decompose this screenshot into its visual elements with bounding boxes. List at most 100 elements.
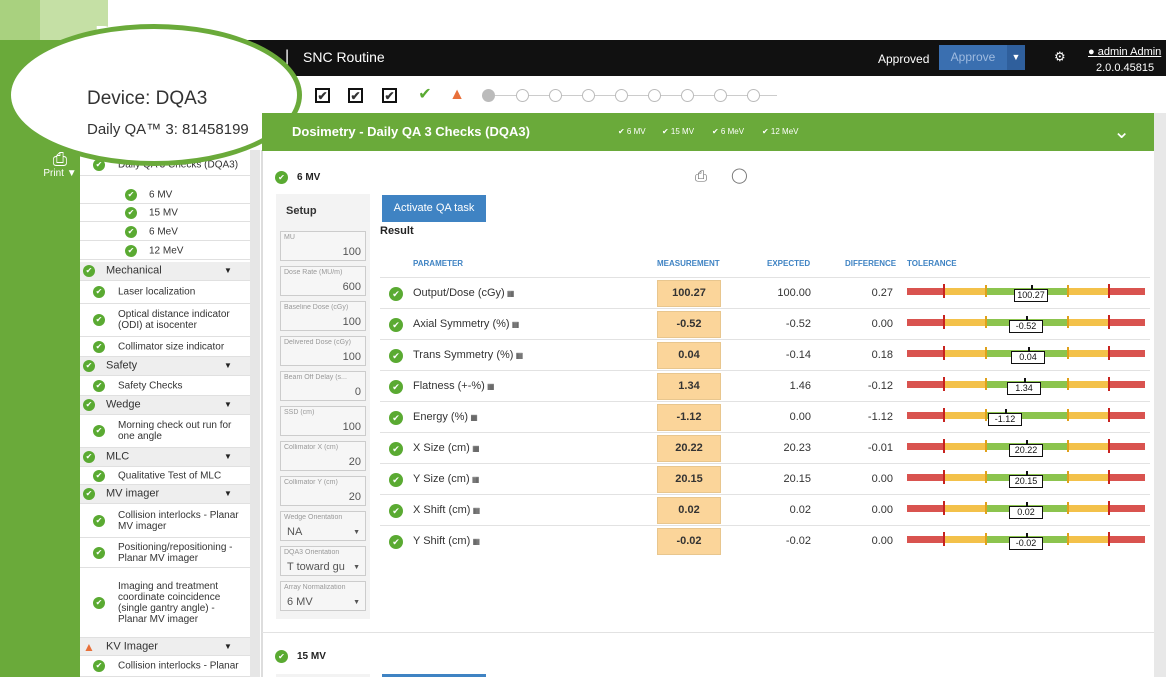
measurement-cell[interactable]: 100.27: [657, 280, 721, 307]
parameter-cell: Axial Symmetry (%) ▦: [413, 318, 519, 330]
measurement-cell[interactable]: 20.15: [657, 466, 721, 493]
chevron-down-icon[interactable]: ▼: [224, 642, 232, 651]
step-pending-icon[interactable]: [747, 89, 760, 102]
sidebar-item[interactable]: ✔ Qualitative Test of MLC: [80, 467, 250, 485]
table-row[interactable]: ✔ Y Size (cm) ▦ 20.15 20.15 0.00 20.15: [380, 463, 1150, 494]
setup-field[interactable]: Delivered Dose (cGy) 100: [280, 336, 366, 366]
sidebar-item[interactable]: ✔ Collision interlocks - Planar MV imager: [80, 504, 250, 538]
step-checkbox-icon[interactable]: ✔: [315, 88, 330, 103]
step-pending-icon[interactable]: [482, 89, 495, 102]
bar-chart-icon[interactable]: ▦: [505, 289, 515, 298]
table-row[interactable]: ✔ Trans Symmetry (%) ▦ 0.04 -0.14 0.18 0.04: [380, 339, 1150, 370]
step-pending-icon[interactable]: [549, 89, 562, 102]
setup-field[interactable]: Dose Rate (MU/m) 600: [280, 266, 366, 296]
sidebar-category[interactable]: ✔ Mechanical ▼: [80, 262, 250, 281]
chevron-down-icon[interactable]: ▼: [224, 266, 232, 275]
setup-select[interactable]: Array Normalization 6 MV ▼: [280, 581, 366, 611]
approve-button[interactable]: Approve: [939, 45, 1007, 70]
panel-header[interactable]: Dosimetry - Daily QA 3 Checks (DQA3) ✔ 6…: [262, 113, 1154, 151]
measurement-cell[interactable]: 1.34: [657, 373, 721, 400]
measurement-cell[interactable]: -0.52: [657, 311, 721, 338]
measurement-cell[interactable]: 0.04: [657, 342, 721, 369]
main-scrollbar[interactable]: [1154, 113, 1166, 677]
sidebar-category[interactable]: ✔ Safety ▼: [80, 357, 250, 376]
step-checkbox-icon[interactable]: ✔: [348, 88, 363, 103]
step-checkbox-icon[interactable]: ✔: [382, 88, 397, 103]
setup-field[interactable]: Baseline Dose (cGy) 100: [280, 301, 366, 331]
tolerance-limit-mark: [943, 501, 945, 515]
sidebar-item[interactable]: ✔ Safety Checks: [80, 376, 250, 396]
sidebar-item[interactable]: ✔ Optical distance indicator (ODI) at iso…: [80, 304, 250, 337]
sidebar-category[interactable]: ✔ MV imager ▼: [80, 485, 250, 504]
step-pending-icon[interactable]: [516, 89, 529, 102]
step-check-icon[interactable]: ✔: [416, 86, 434, 104]
table-row[interactable]: ✔ Y Shift (cm) ▦ -0.02 -0.02 0.00 -0.02: [380, 525, 1150, 556]
setup-select[interactable]: Wedge Orientation NA ▼: [280, 511, 366, 541]
measurement-cell[interactable]: -1.12: [657, 404, 721, 431]
sidebar-item[interactable]: ✔ 6 MeV: [80, 223, 250, 241]
measurement-cell[interactable]: -0.02: [657, 528, 721, 555]
chevron-down-icon[interactable]: ▼: [224, 489, 232, 498]
table-row[interactable]: ✔ Output/Dose (cGy) ▦ 100.27 100.00 0.27 100.…: [380, 277, 1150, 308]
sidebar-item[interactable]: ✔ 12 MeV: [80, 242, 250, 260]
sidebar-item[interactable]: ✔ Collimator size indicator: [80, 337, 250, 357]
sidebar-item[interactable]: ✔ Morning check out run for one angle: [80, 415, 250, 448]
setup-field[interactable]: MU 100: [280, 231, 366, 261]
step-pending-icon[interactable]: [681, 89, 694, 102]
comment-icon[interactable]: ◯: [731, 166, 748, 184]
table-row[interactable]: ✔ X Size (cm) ▦ 20.22 20.23 -0.01 20.22: [380, 432, 1150, 463]
sidebar-item[interactable]: ✔ 6 MV: [80, 186, 250, 204]
approve-dropdown-icon[interactable]: ▼: [1007, 45, 1025, 70]
chevron-down-icon[interactable]: ▼: [224, 400, 232, 409]
bell-icon[interactable]: ⚙: [1054, 49, 1066, 65]
sidebar-item[interactable]: ✔ Laser localization: [80, 281, 250, 304]
bar-chart-icon[interactable]: ▦: [468, 413, 478, 422]
sidebar-item[interactable]: ✔ 15 MV: [80, 204, 250, 222]
sidebar-category[interactable]: ▲ KV Imager ▼: [80, 638, 250, 656]
measurement-cell[interactable]: 20.22: [657, 435, 721, 462]
difference-cell: -1.12: [867, 411, 893, 423]
setup-field[interactable]: Collimator Y (cm) 20: [280, 476, 366, 506]
step-pending-icon[interactable]: [615, 89, 628, 102]
table-row[interactable]: ✔ Flatness (+-%) ▦ 1.34 1.46 -0.12 1.34: [380, 370, 1150, 401]
activate-qa-task-button[interactable]: Activate QA task: [382, 195, 486, 222]
user-name: admin Admin: [1097, 46, 1162, 58]
step-pending-icon[interactable]: [714, 89, 727, 102]
sidebar-item-label: Imaging and treatment coordinate coincid…: [118, 580, 221, 625]
tolerance-segment: [1108, 319, 1145, 326]
user-link[interactable]: ● admin Admin: [1088, 46, 1161, 58]
bar-chart-icon[interactable]: ▦: [470, 475, 480, 484]
sidebar-scrollbar[interactable]: [250, 150, 260, 677]
bar-chart-icon[interactable]: ▦: [470, 444, 480, 453]
step-warning-icon[interactable]: ▲: [448, 86, 466, 104]
bar-chart-icon[interactable]: ▦: [470, 506, 481, 515]
bar-chart-icon[interactable]: ▦: [485, 382, 495, 391]
warning-icon: ▲: [83, 639, 95, 654]
chevron-down-icon[interactable]: ⌄: [1113, 119, 1130, 144]
table-row[interactable]: ✔ Energy (%) ▦ -1.12 0.00 -1.12 -1.12: [380, 401, 1150, 432]
tolerance-segment: [1067, 350, 1108, 357]
setup-field[interactable]: SSD (cm) 100: [280, 406, 366, 436]
printer-icon[interactable]: ⎙: [695, 168, 707, 185]
header-parameter: PARAMETER: [413, 259, 464, 268]
sidebar-category[interactable]: ✔ MLC ▼: [80, 448, 250, 467]
step-pending-icon[interactable]: [648, 89, 661, 102]
check-icon: ✔: [83, 451, 95, 463]
chevron-down-icon[interactable]: ▼: [224, 452, 232, 461]
step-pending-icon[interactable]: [582, 89, 595, 102]
setup-field[interactable]: Collimator X (cm) 20: [280, 441, 366, 471]
table-row[interactable]: ✔ Axial Symmetry (%) ▦ -0.52 -0.52 0.00 -0.52: [380, 308, 1150, 339]
bar-chart-icon[interactable]: ▦: [510, 320, 520, 329]
bar-chart-icon[interactable]: ▦: [513, 351, 524, 360]
sidebar-item[interactable]: ✔ Collision interlocks - Planar: [80, 656, 250, 677]
bar-chart-icon[interactable]: ▦: [470, 537, 480, 546]
table-row[interactable]: ✔ X Shift (cm) ▦ 0.02 0.02 0.00 0.02: [380, 494, 1150, 525]
sidebar-category[interactable]: ✔ Wedge ▼: [80, 396, 250, 415]
setup-field[interactable]: Beam Off Delay (s... 0: [280, 371, 366, 401]
sidebar-item[interactable]: ✔ Positioning/repositioning - Planar MV i…: [80, 538, 250, 568]
sidebar-item[interactable]: ✔ Imaging and treatment coordinate coinci…: [80, 568, 250, 638]
measurement-cell[interactable]: 0.02: [657, 497, 721, 524]
tolerance-segment: [943, 350, 985, 357]
chevron-down-icon[interactable]: ▼: [224, 361, 232, 370]
setup-select[interactable]: DQA3 Orientation T toward gu ▼: [280, 546, 366, 576]
